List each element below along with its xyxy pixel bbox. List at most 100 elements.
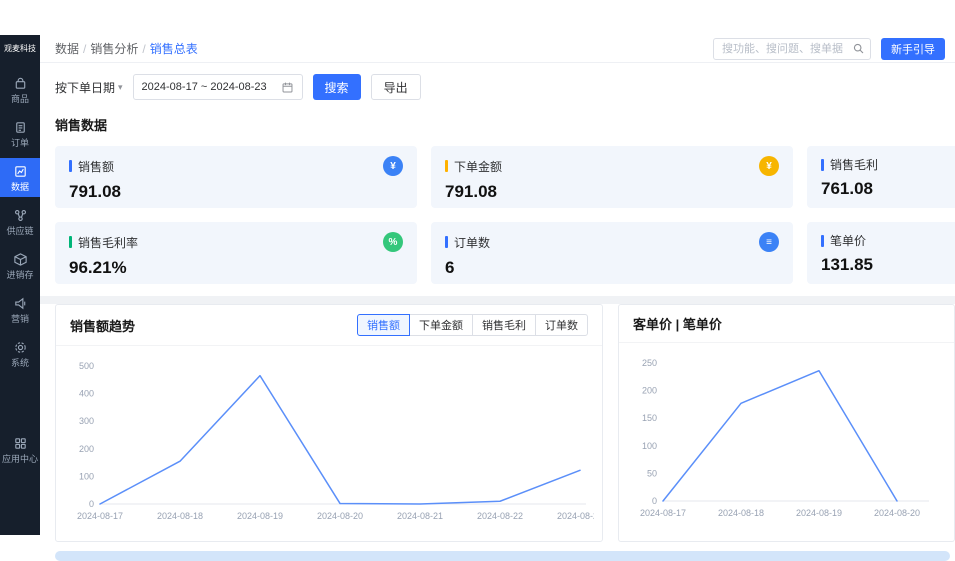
stat-card-sales-amount: 销售额 ¥ 791.08 bbox=[55, 146, 417, 208]
label-accent-bar bbox=[821, 158, 824, 171]
breadcrumb: 数据 / 销售分析 / 销售总表 bbox=[55, 40, 198, 57]
sidebar-item-label: 供应链 bbox=[6, 226, 34, 236]
breadcrumb-separator: / bbox=[142, 41, 146, 56]
price-line-chart: 0 50 100 150 200 250 2024-08-17 2024-08-18 2024-… bbox=[640, 358, 929, 518]
percent-badge-icon: % bbox=[383, 232, 403, 252]
stat-value: 131.85 bbox=[821, 255, 873, 274]
tab-order-amount[interactable]: 下单金额 bbox=[409, 314, 473, 336]
svg-text:2024-08-21: 2024-08-21 bbox=[397, 511, 443, 521]
svg-text:2024-08-18: 2024-08-18 bbox=[718, 508, 764, 518]
svg-text:100: 100 bbox=[79, 471, 94, 481]
topbar: 数据 / 销售分析 / 销售总表 新手引导 bbox=[40, 35, 955, 63]
tab-gross-profit[interactable]: 销售毛利 bbox=[472, 314, 536, 336]
svg-text:2024-08-23: 2024-08-23 bbox=[557, 511, 594, 521]
sidebar-item-label: 商品 bbox=[10, 94, 29, 104]
calendar-icon bbox=[282, 82, 293, 92]
sidebar-item-label: 订单 bbox=[10, 138, 29, 148]
main-content: 数据 / 销售分析 / 销售总表 新手引导 按下单日期 ▾ bbox=[40, 35, 955, 561]
breadcrumb-item[interactable]: 销售分析 bbox=[90, 40, 138, 57]
date-range-picker[interactable]: 2024-08-17 ~ 2024-08-23 bbox=[132, 74, 303, 100]
sidebar-item-supply-chain[interactable]: 供应链 bbox=[0, 202, 40, 241]
stat-value: 761.08 bbox=[821, 179, 873, 198]
sidebar-item-marketing[interactable]: 营销 bbox=[0, 290, 40, 329]
tab-sales-amount[interactable]: 销售额 bbox=[357, 314, 410, 336]
filter-row: 按下单日期 ▾ 2024-08-17 ~ 2024-08-23 搜索 导出 bbox=[55, 73, 940, 101]
search-input[interactable] bbox=[713, 37, 871, 60]
svg-text:2024-08-17: 2024-08-17 bbox=[77, 511, 123, 521]
stat-card-order-count: 订单数 ≡ 6 bbox=[431, 222, 793, 284]
sidebar-item-label: 系统 bbox=[10, 358, 29, 368]
yen-badge-icon: ¥ bbox=[383, 156, 403, 176]
section-title: 销售数据 bbox=[55, 118, 108, 133]
svg-text:200: 200 bbox=[79, 444, 94, 454]
svg-text:2024-08-19: 2024-08-19 bbox=[237, 511, 283, 521]
label-accent-bar bbox=[821, 234, 824, 247]
sidebar-item-data[interactable]: 数据 bbox=[0, 158, 40, 197]
svg-text:2024-08-22: 2024-08-22 bbox=[477, 511, 523, 521]
sidebar-item-products[interactable]: 商品 bbox=[0, 70, 40, 109]
list-badge-icon: ≡ bbox=[759, 232, 779, 252]
sidebar: 观麦科技 商品 订单 数据 供应链 进销存 营销 系统 应用中心 bbox=[0, 35, 40, 535]
topbar-right: 新手引导 bbox=[713, 37, 945, 60]
chart-title: 销售额趋势 bbox=[70, 318, 136, 334]
chart-metric-tabs: 销售额 下单金额 销售毛利 订单数 bbox=[357, 314, 588, 336]
search-button[interactable]: 搜索 bbox=[312, 74, 361, 100]
svg-text:150: 150 bbox=[642, 413, 657, 423]
price-chart-card: 客单价 | 笔单价 0 50 100 150 200 250 2024-08-17 2024-… bbox=[618, 304, 955, 542]
svg-text:50: 50 bbox=[647, 468, 657, 478]
product-icon bbox=[15, 77, 25, 89]
svg-text:0: 0 bbox=[652, 496, 657, 506]
label-accent-bar bbox=[445, 160, 448, 172]
chart-title: 客单价 | 笔单价 bbox=[633, 317, 722, 332]
stat-value: 791.08 bbox=[445, 182, 497, 201]
horizontal-scrollbar[interactable] bbox=[55, 551, 950, 561]
breadcrumb-current: 销售总表 bbox=[149, 42, 198, 56]
svg-text:2024-08-20: 2024-08-20 bbox=[874, 508, 920, 518]
stat-card-avg-order-value: 笔单价 131.85 bbox=[807, 222, 955, 284]
stat-card-gross-margin: 销售毛利率 % 96.21% bbox=[55, 222, 417, 284]
date-type-dropdown[interactable]: 按下单日期 ▾ bbox=[55, 79, 123, 96]
export-button[interactable]: 导出 bbox=[370, 74, 421, 100]
stat-value: 96.21% bbox=[69, 258, 127, 277]
svg-text:2024-08-17: 2024-08-17 bbox=[640, 508, 686, 518]
stats-grid: 销售额 ¥ 791.08 下单金额 ¥ 791.08 销售毛利 761.08 销… bbox=[55, 146, 955, 284]
chart-icon bbox=[14, 166, 26, 177]
date-type-label: 按下单日期 bbox=[55, 80, 116, 95]
svg-text:2024-08-18: 2024-08-18 bbox=[157, 511, 203, 521]
svg-text:400: 400 bbox=[79, 389, 94, 399]
sales-panel: 按下单日期 ▾ 2024-08-17 ~ 2024-08-23 搜索 导出 销售… bbox=[40, 63, 955, 296]
stat-label: 笔单价 bbox=[830, 234, 867, 248]
supply-chain-icon bbox=[14, 209, 26, 222]
apps-grid-icon bbox=[14, 438, 26, 449]
marketing-icon bbox=[14, 297, 25, 310]
sidebar-nav: 商品 订单 数据 供应链 进销存 营销 系统 应用中心 bbox=[0, 70, 40, 474]
svg-text:2024-08-19: 2024-08-19 bbox=[796, 508, 842, 518]
stat-value: 6 bbox=[445, 258, 455, 277]
app-frame: 观麦科技 商品 订单 数据 供应链 进销存 营销 系统 应用中心 数据 / 销售… bbox=[0, 35, 955, 561]
sidebar-item-inventory[interactable]: 进销存 bbox=[0, 246, 40, 285]
stat-value: 791.08 bbox=[69, 182, 121, 201]
sidebar-item-system[interactable]: 系统 bbox=[0, 334, 40, 373]
search-icon[interactable] bbox=[852, 42, 865, 55]
gear-icon bbox=[14, 342, 26, 353]
sidebar-item-app-center[interactable]: 应用中心 bbox=[0, 430, 40, 469]
svg-text:200: 200 bbox=[642, 386, 657, 396]
stat-label: 下单金额 bbox=[454, 159, 503, 174]
guide-button[interactable]: 新手引导 bbox=[881, 37, 945, 60]
tab-order-count[interactable]: 订单数 bbox=[535, 314, 588, 336]
sidebar-item-orders[interactable]: 订单 bbox=[0, 114, 40, 153]
breadcrumb-separator: / bbox=[83, 41, 87, 56]
yen-badge-icon: ¥ bbox=[759, 156, 779, 176]
sidebar-item-label: 营销 bbox=[10, 314, 29, 324]
order-icon bbox=[15, 122, 25, 133]
svg-text:2024-08-20: 2024-08-20 bbox=[317, 511, 363, 521]
svg-text:300: 300 bbox=[79, 416, 94, 426]
chevron-down-icon: ▾ bbox=[118, 81, 123, 92]
breadcrumb-item[interactable]: 数据 bbox=[55, 40, 79, 57]
global-search bbox=[713, 37, 871, 60]
svg-text:500: 500 bbox=[79, 361, 94, 371]
label-accent-bar bbox=[69, 160, 72, 172]
date-range-value: 2024-08-17 ~ 2024-08-23 bbox=[141, 81, 267, 93]
sales-trend-line-chart: 0 100 200 300 400 500 2024-08-17 2024-08-18 2024… bbox=[77, 361, 603, 521]
sales-trend-chart-card: 销售额趋势 销售额 下单金额 销售毛利 订单数 0 100 200 300 400 500… bbox=[55, 304, 603, 542]
